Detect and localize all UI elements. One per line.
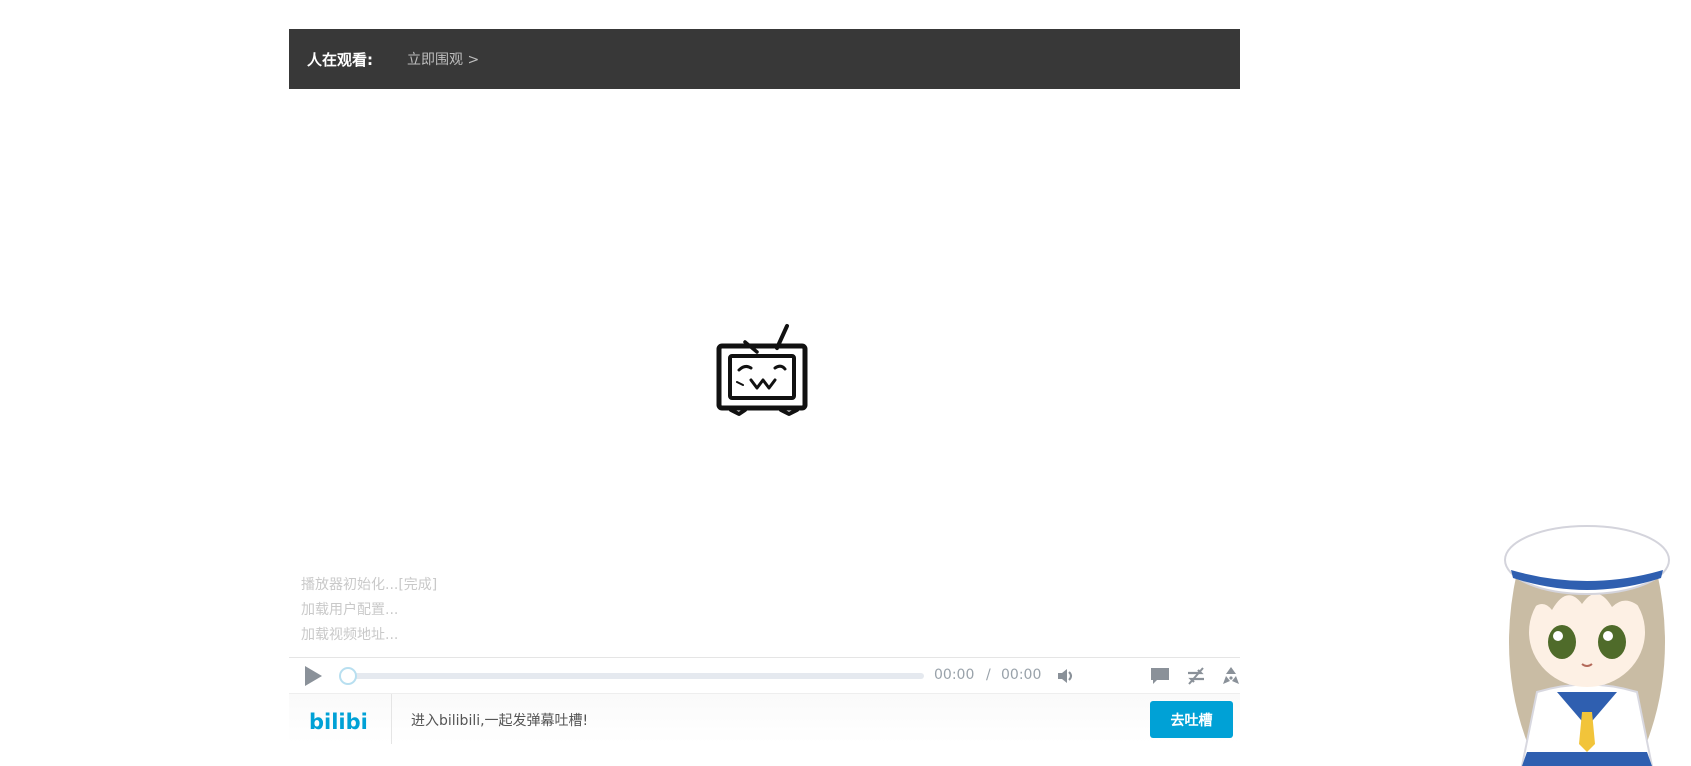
video-player: 人在观看: 立即围观 > 播放器初始化...[完成] 加载用户配置... 加载视… <box>289 29 1240 744</box>
time-separator: / <box>986 667 991 683</box>
current-time: 00:00 <box>934 667 975 683</box>
logo-text: bilibili <box>309 710 369 734</box>
play-icon[interactable] <box>301 664 325 688</box>
bilibili-tv-icon <box>716 324 808 416</box>
log-line: 播放器初始化...[完成] <box>301 577 438 593</box>
total-time: 00:00 <box>1001 667 1042 683</box>
progress-knob[interactable] <box>339 667 357 685</box>
control-bar: 00:00 / 00:00 <box>289 657 1240 693</box>
watch-now-link[interactable]: 立即围观 > <box>407 49 479 69</box>
mascot-icon[interactable] <box>1487 512 1687 766</box>
danmaku-toggle-icon[interactable] <box>1185 665 1207 687</box>
danmaku-icon[interactable] <box>1149 665 1171 687</box>
danmaku-input[interactable]: 进入bilibili,一起发弹幕吐槽! <box>411 710 588 730</box>
loading-log: 播放器初始化...[完成] 加载用户配置... 加载视频地址... <box>301 573 437 648</box>
danmaku-input-bar: bilibili 进入bilibili,一起发弹幕吐槽! 去吐槽 <box>289 693 1240 744</box>
viewer-bar: 人在观看: 立即围观 > <box>289 29 1240 89</box>
log-line: 加载视频地址... <box>301 627 399 643</box>
radiation-icon[interactable] <box>1220 665 1242 687</box>
log-line: 加载用户配置... <box>301 602 399 618</box>
bilibili-logo: bilibili <box>309 710 369 734</box>
viewer-count-label: 人在观看: <box>307 50 373 69</box>
divider <box>391 694 392 744</box>
send-danmaku-button[interactable]: 去吐槽 <box>1150 701 1233 738</box>
video-screen[interactable]: 播放器初始化...[完成] 加载用户配置... 加载视频地址... <box>289 89 1240 686</box>
progress-bar[interactable] <box>339 667 924 685</box>
volume-icon[interactable] <box>1055 665 1077 687</box>
